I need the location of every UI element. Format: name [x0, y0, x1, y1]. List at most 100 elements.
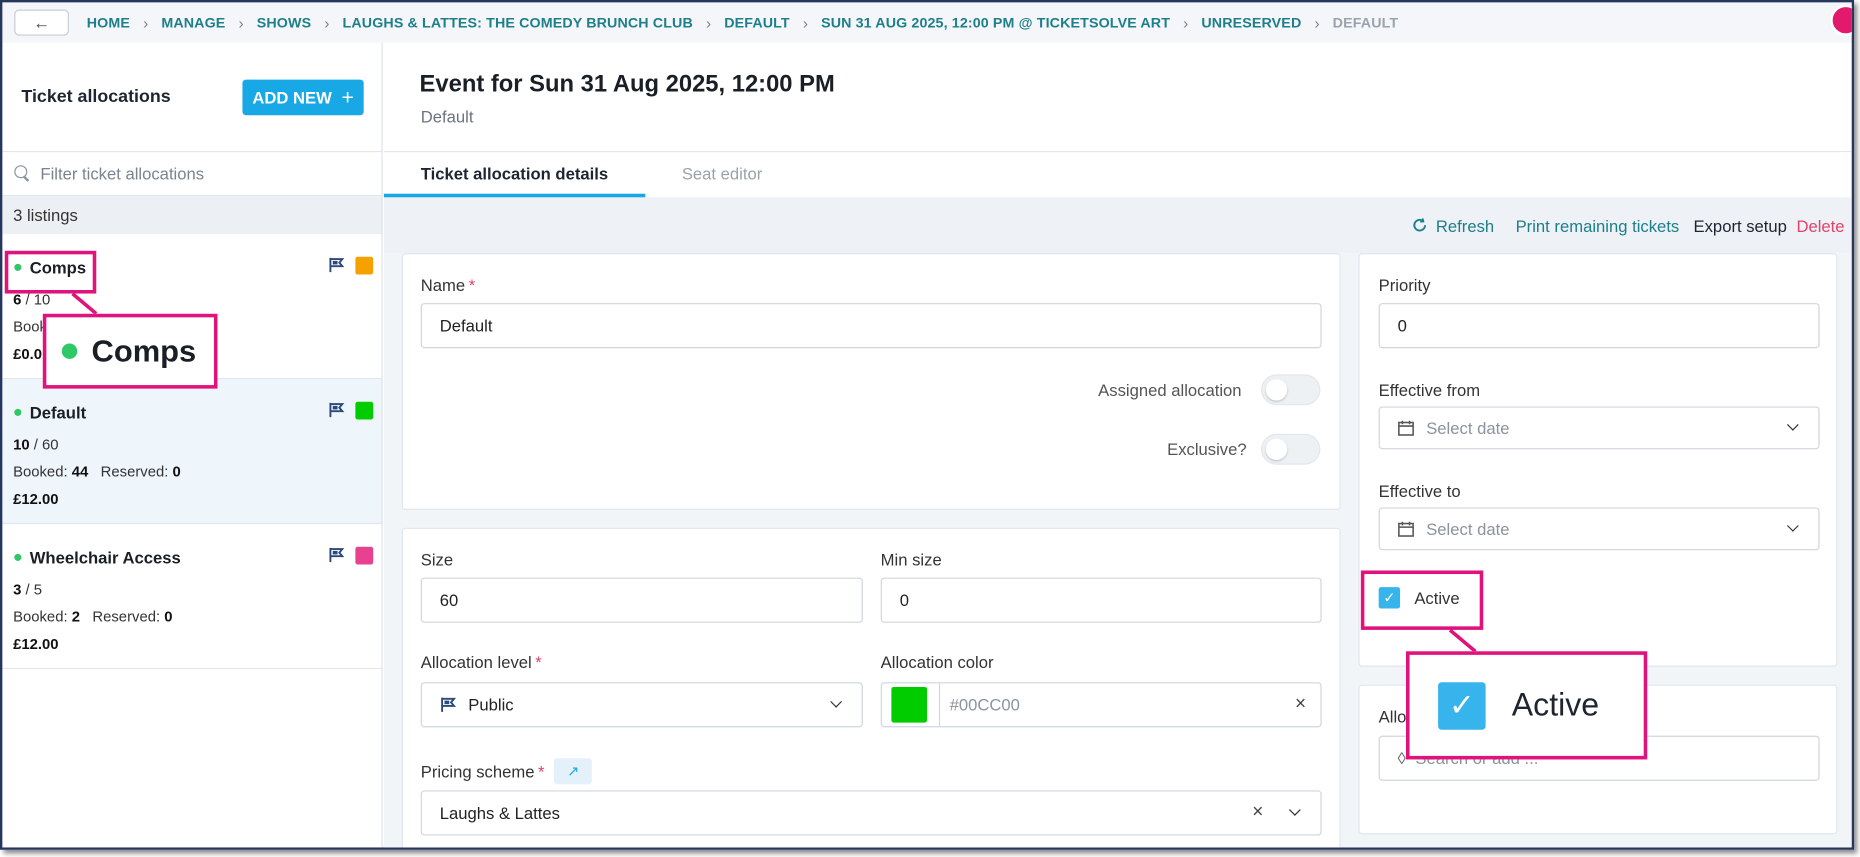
- name-input[interactable]: Default: [420, 303, 1322, 349]
- action-bar: Refresh Print remaining tickets Export s…: [383, 197, 1852, 254]
- size-input[interactable]: 60: [420, 577, 863, 623]
- allocation-color-label: Allocation color: [880, 652, 994, 672]
- plus-icon: +: [341, 84, 354, 109]
- chevron-right-icon: ›: [1183, 13, 1189, 32]
- chevron-down-icon: [1288, 804, 1301, 816]
- breadcrumb-shows[interactable]: SHOWS: [257, 14, 311, 31]
- calendar-icon: [1398, 521, 1414, 537]
- breadcrumb-event[interactable]: SUN 31 AUG 2025, 12:00 PM @ TICKETSOLVE …: [821, 14, 1170, 31]
- name-label: Name: [420, 275, 466, 295]
- filter-bar: [2, 152, 382, 197]
- calendar-icon: [1398, 420, 1414, 436]
- allocation-color-swatch: [355, 546, 374, 565]
- delete-button[interactable]: Delete: [1796, 216, 1844, 235]
- breadcrumb-unreserved[interactable]: UNRESERVED: [1201, 14, 1301, 31]
- breadcrumb-show[interactable]: LAUGHS & LATTES: THE COMEDY BRUNCH CLUB: [343, 14, 693, 31]
- print-remaining-tickets-button[interactable]: Print remaining tickets: [1516, 216, 1680, 235]
- comps-zoom-callout: Comps: [42, 313, 218, 389]
- chevron-right-icon: ›: [802, 13, 808, 32]
- breadcrumb-manage[interactable]: MANAGE: [161, 14, 225, 31]
- min-size-label: Min size: [880, 550, 942, 570]
- status-dot: [14, 408, 22, 416]
- breadcrumb-bar: ← HOME › MANAGE › SHOWS › LAUGHS & LATTE…: [2, 2, 1852, 43]
- assigned-allocation-toggle[interactable]: [1260, 374, 1321, 406]
- chevron-right-icon: ›: [143, 13, 149, 32]
- allocation-count: 6 / 10: [13, 291, 51, 308]
- allocation-color-swatch: [355, 256, 374, 275]
- tab-bar: Ticket allocation details Seat editor: [383, 152, 1852, 198]
- sidebar-title: Ticket allocations: [21, 86, 171, 107]
- breadcrumb-home[interactable]: HOME: [87, 14, 130, 31]
- allocation-color-input[interactable]: #00CC00 ×: [880, 682, 1322, 728]
- clear-icon[interactable]: ×: [1252, 802, 1263, 823]
- priority-input[interactable]: 0: [1378, 303, 1820, 349]
- allocation-count: 3 / 5: [13, 581, 42, 598]
- add-new-label: ADD NEW: [252, 87, 332, 107]
- listings-count: 3 listings: [2, 196, 382, 235]
- effective-to-datepicker[interactable]: Select date: [1378, 507, 1820, 551]
- active-zoom-label: Active: [1511, 686, 1600, 723]
- chevron-down-icon: [1786, 520, 1799, 532]
- color-swatch[interactable]: [891, 686, 928, 723]
- allocation-price: £0.0: [13, 345, 43, 363]
- allocation-level-label: Allocation level: [420, 652, 532, 672]
- allocation-booked: Booked: 2 Reserved: 0: [13, 608, 173, 626]
- chevron-right-icon: ›: [1314, 13, 1320, 32]
- pricing-scheme-label: Pricing scheme: [420, 761, 535, 781]
- color-hex-value: #00CC00: [949, 695, 1020, 715]
- flag-icon: [329, 402, 345, 418]
- event-header: Event for Sun 31 Aug 2025, 12:00 PM Defa…: [383, 43, 1852, 153]
- size-label: Size: [420, 550, 454, 570]
- flag-icon: [329, 257, 345, 273]
- chevron-down-icon: [1786, 419, 1799, 431]
- name-card: Name * Default Assigned allocation Exclus…: [401, 253, 1341, 510]
- exclusive-label: Exclusive?: [1167, 439, 1247, 459]
- min-size-input[interactable]: 0: [880, 577, 1322, 623]
- search-icon: [14, 165, 31, 182]
- breadcrumb-current: DEFAULT: [1332, 14, 1399, 31]
- breadcrumb-default[interactable]: DEFAULT: [724, 14, 790, 31]
- allocations-sidebar: Ticket allocations ADD NEW + 3 listings …: [2, 42, 383, 848]
- active-highlight-box: [1360, 570, 1484, 630]
- effective-from-label: Effective from: [1378, 380, 1481, 400]
- pricing-scheme-select[interactable]: Laughs & Lattes ×: [420, 790, 1322, 836]
- allocation-item-wheelchair-access[interactable]: Wheelchair Access 3 / 5 Booked: 2 Reserv…: [2, 524, 382, 670]
- page-title: Event for Sun 31 Aug 2025, 12:00 PM: [419, 71, 835, 98]
- comps-zoom-label: Comps: [91, 332, 197, 369]
- add-new-button[interactable]: ADD NEW +: [242, 79, 364, 116]
- settings-card: Size 60 Min size 0 Allocation level * Pub…: [401, 527, 1341, 848]
- sidebar-header: Ticket allocations ADD NEW +: [2, 43, 382, 153]
- breadcrumb: HOME › MANAGE › SHOWS › LAUGHS & LATTES:…: [87, 14, 1398, 32]
- status-dot: [14, 553, 22, 561]
- exclusive-toggle[interactable]: [1260, 433, 1321, 465]
- allocation-level-select[interactable]: Public: [420, 682, 863, 728]
- export-setup-button[interactable]: Export setup: [1694, 216, 1787, 235]
- allocation-name: Wheelchair Access: [29, 547, 181, 567]
- clear-icon[interactable]: ×: [1295, 694, 1306, 715]
- flag-icon: [441, 697, 457, 712]
- chevron-right-icon: ›: [238, 13, 244, 32]
- allocation-name: Default: [29, 402, 87, 422]
- tag-icon: ◊: [1397, 748, 1406, 768]
- filter-input[interactable]: [40, 164, 362, 184]
- allocation-price: £12.00: [13, 490, 59, 508]
- tab-seat-editor[interactable]: Seat editor: [645, 152, 799, 197]
- chevron-right-icon: ›: [705, 13, 712, 32]
- priority-label: Priority: [1378, 275, 1431, 295]
- chevron-right-icon: ›: [324, 13, 330, 32]
- external-link-icon[interactable]: ↗: [554, 758, 593, 785]
- effective-to-label: Effective to: [1378, 481, 1461, 501]
- allocation-booked: Booked: 44 Reserved: 0: [13, 463, 181, 481]
- refresh-button[interactable]: Refresh: [1412, 216, 1494, 235]
- effective-from-datepicker[interactable]: Select date: [1378, 406, 1820, 450]
- allocation-color-swatch: [355, 401, 374, 420]
- allocation-item-default[interactable]: Default 10 / 60 Booked: 44 Reserved: 0 £…: [2, 379, 382, 525]
- notification-icon[interactable]: [1830, 4, 1852, 36]
- comps-highlight-box: [4, 250, 97, 294]
- tab-ticket-allocation-details[interactable]: Ticket allocation details: [383, 152, 645, 198]
- allocation-price: £12.00: [13, 635, 59, 653]
- allocation-tags-label: Allo: [1378, 707, 1407, 727]
- arrow-left-icon: ←: [33, 13, 50, 33]
- refresh-icon: [1413, 218, 1427, 232]
- back-button[interactable]: ←: [14, 9, 69, 36]
